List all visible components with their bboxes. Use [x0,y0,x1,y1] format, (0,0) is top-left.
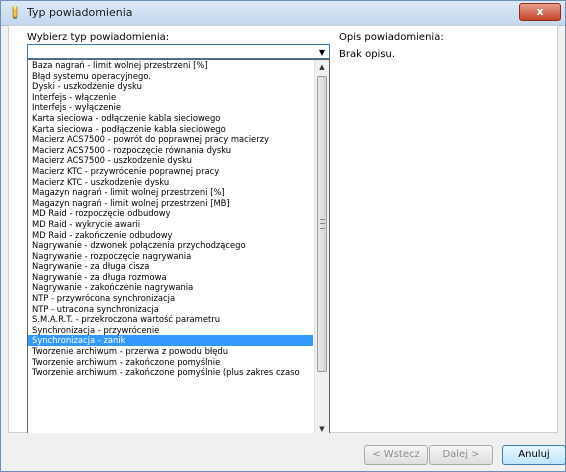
list-item[interactable]: Baza nagrań - limit wolnej przestrzeni [… [28,60,313,71]
list-item[interactable]: Interfejs - włączenie [28,92,313,103]
list-item[interactable]: MD Raid - zakończenie odbudowy [28,230,313,241]
list-item[interactable]: Karta sieciowa - odłączenie kabla siecio… [28,113,313,124]
close-icon: x [536,5,544,18]
list-item[interactable]: Nagrywanie - zakończenie nagrywania [28,282,313,293]
dialog-footer: < Wstecz Dalej > Anuluj [1,433,566,471]
list-item[interactable]: Nagrywanie - za długa rozmowa [28,272,313,283]
list-item[interactable]: Macierz KTC - przywrócenie poprawnej pra… [28,166,313,177]
list-item[interactable]: Nagrywanie - dzwonek połączenia przychod… [28,240,313,251]
notification-type-label: Wybierz typ powiadomienia: [27,32,170,43]
list-item[interactable]: Tworzenie archiwum - zakończone pomyślni… [28,367,313,378]
back-button[interactable]: < Wstecz [364,445,428,465]
list-item[interactable]: Interfejs - wyłączenie [28,102,313,113]
description-text: Brak opisu. [339,49,396,60]
list-item[interactable]: Synchronizacja - przywrócenie [28,325,313,336]
dropdown-list: Baza nagrań - limit wolnej przestrzeni [… [28,60,313,378]
list-item[interactable]: Dyski - uszkodzenie dysku [28,81,313,92]
list-item[interactable]: Macierz ACS7500 - rozpoczęcie równania d… [28,145,313,156]
title-bar: Typ powiadomienia x [1,1,565,26]
close-button[interactable]: x [519,3,561,21]
list-item[interactable]: NTP - utracona synchronizacja [28,304,313,315]
notification-type-combobox[interactable]: ▼ [27,44,330,59]
scroll-up-icon[interactable]: ▲ [315,60,329,74]
vertical-scrollbar[interactable]: ▲ ▼ [314,60,329,436]
notification-type-dialog: Typ powiadomienia x Wybierz typ powiadom… [0,0,566,472]
list-item[interactable]: Nagrywanie - za długa cisza [28,261,313,272]
list-item[interactable]: Synchronizacja - zanik [28,335,313,347]
list-item[interactable]: NTP - przywrócona synchronizacja [28,293,313,304]
list-item[interactable]: S.M.A.R.T. - przekroczona wartość parame… [28,314,313,325]
list-item[interactable]: Tworzenie archiwum - zakończone pomyślni… [28,357,313,368]
list-item[interactable]: MD Raid - wykrycie awarii [28,219,313,230]
grip-icon [320,219,325,229]
list-item[interactable]: Macierz ACS7500 - powrót do poprawnej pr… [28,134,313,145]
list-item[interactable]: Macierz KTC - uszkodzenie dysku [28,177,313,188]
window-title: Typ powiadomienia [27,6,133,19]
next-button[interactable]: Dalej > [429,445,493,465]
list-item[interactable]: Tworzenie archiwum - przerwa z powodu bł… [28,346,313,357]
wizard-icon [9,6,21,20]
cancel-button[interactable]: Anuluj [502,445,566,465]
scrollbar-thumb[interactable] [317,76,327,372]
list-item[interactable]: Nagrywanie - rozpoczęcie nagrywania [28,251,313,262]
notification-type-dropdown[interactable]: Baza nagrań - limit wolnej przestrzeni [… [27,59,330,437]
list-item[interactable]: Macierz ACS7500 - uszkodzenie dysku [28,155,313,166]
description-label: Opis powiadomienia: [339,32,444,43]
list-item[interactable]: Karta sieciowa - podłączenie kabla sieci… [28,124,313,135]
chevron-down-icon[interactable]: ▼ [319,48,325,57]
list-item[interactable]: Błąd systemu operacyjnego. [28,71,313,82]
list-item[interactable]: Magazyn nagrań - limit wolnej przestrzen… [28,187,313,198]
list-item[interactable]: Magazyn nagrań - limit wolnej przestrzen… [28,198,313,209]
list-item[interactable]: MD Raid - rozpoczęcie odbudowy [28,208,313,219]
